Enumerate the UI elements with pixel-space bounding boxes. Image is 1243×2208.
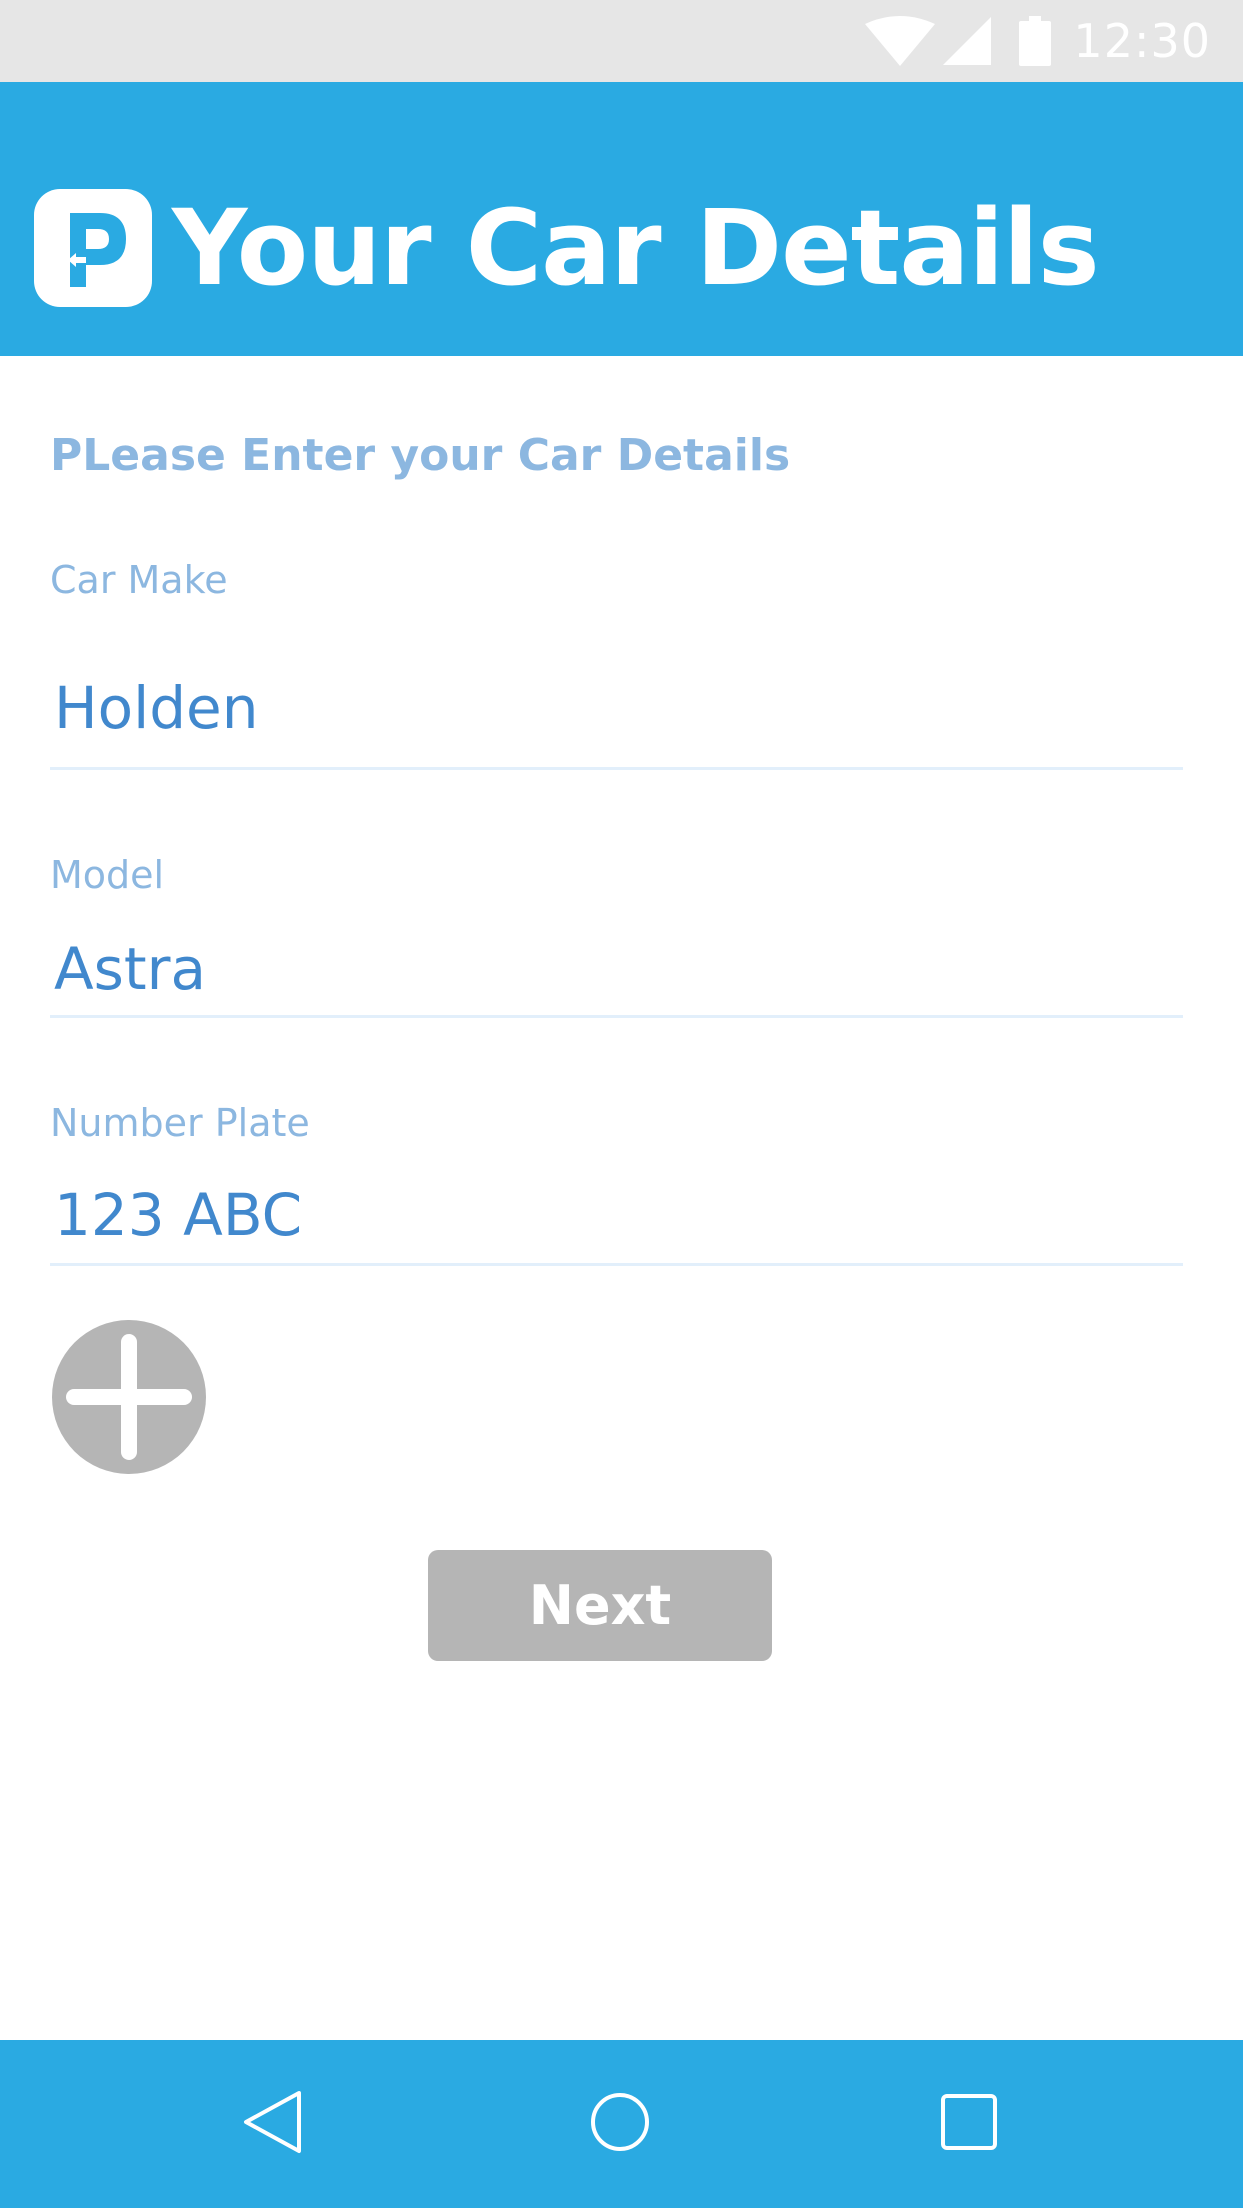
home-circle-icon xyxy=(545,2040,695,2208)
recent-square-icon xyxy=(894,2040,1044,2208)
number-plate-label: Number Plate xyxy=(50,1101,310,1145)
next-button[interactable]: Next xyxy=(428,1550,772,1661)
plus-icon xyxy=(52,1320,206,1474)
app-header: Your Car Details xyxy=(0,82,1243,356)
nav-home-button[interactable] xyxy=(545,2040,695,2208)
page-title: Your Car Details xyxy=(172,187,1100,309)
car-make-input[interactable] xyxy=(50,648,1183,770)
back-triangle-icon xyxy=(198,2040,348,2208)
instructions-heading: PLease Enter your Car Details xyxy=(50,430,791,481)
model-input[interactable] xyxy=(50,922,1183,1018)
status-bar: 12:30 xyxy=(0,0,1243,82)
nav-back-button[interactable] xyxy=(198,2040,348,2208)
status-clock: 12:30 xyxy=(1073,14,1211,68)
number-plate-input[interactable] xyxy=(50,1166,1183,1266)
car-make-label: Car Make xyxy=(50,558,228,602)
wifi-icon xyxy=(865,16,936,66)
battery-icon xyxy=(1019,16,1052,66)
screen: 12:30 Your Car Details PLease Enter your… xyxy=(0,0,1243,2208)
signal-icon xyxy=(943,17,992,65)
system-nav-bar xyxy=(0,2040,1243,2208)
parking-p-icon xyxy=(34,189,152,307)
model-label: Model xyxy=(50,853,165,897)
nav-recent-button[interactable] xyxy=(894,2040,1044,2208)
add-car-button[interactable] xyxy=(52,1320,206,1474)
status-icons: 12:30 xyxy=(865,14,1211,68)
